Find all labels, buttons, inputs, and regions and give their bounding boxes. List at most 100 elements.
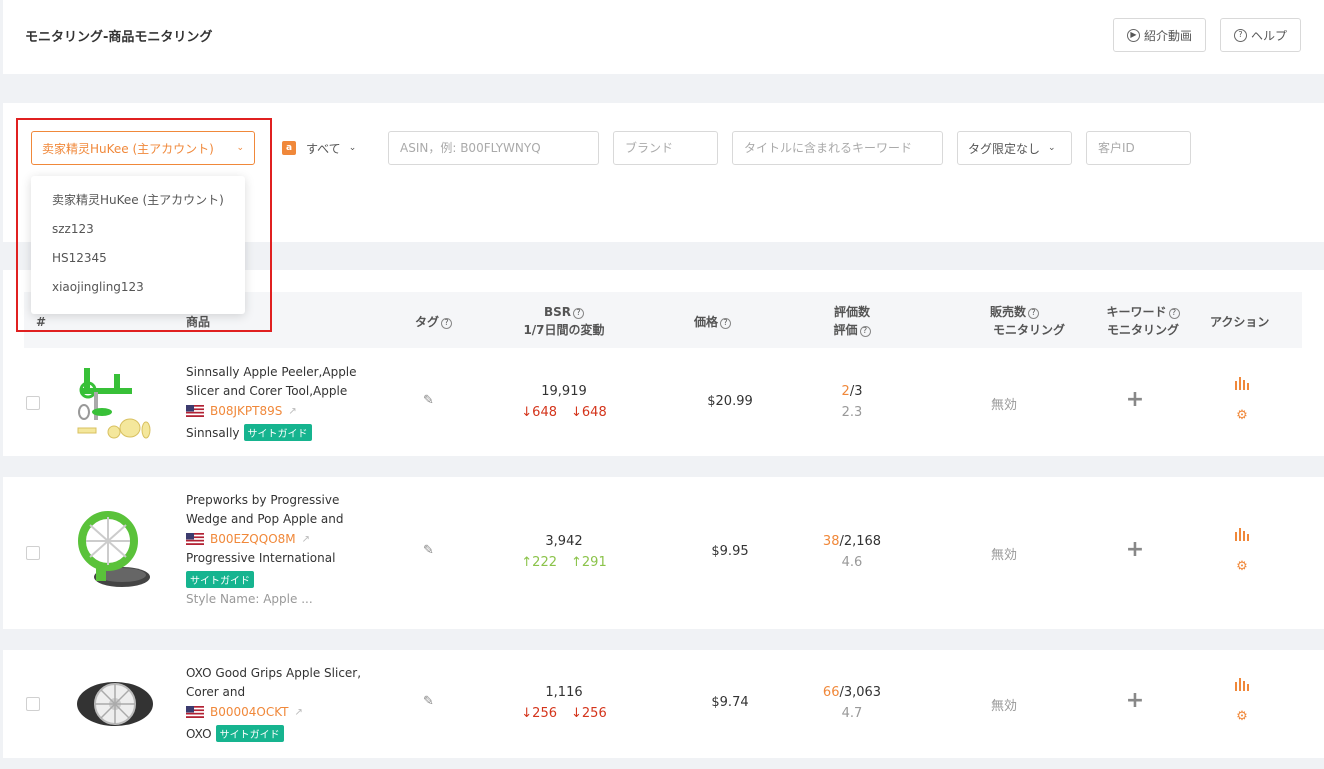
- col-price: 価格?: [694, 313, 732, 331]
- account-option[interactable]: xiaojingling123: [31, 275, 245, 304]
- help-button[interactable]: ? ヘルプ: [1220, 18, 1301, 52]
- site-guide-badge[interactable]: サイトガイド: [215, 725, 284, 742]
- bsr-change: ↓256 ↓256: [521, 706, 607, 721]
- col-action: アクション: [1210, 315, 1270, 329]
- brand-name: Progressive International: [186, 551, 336, 565]
- row-checkbox[interactable]: [26, 697, 40, 711]
- account-dropdown: 卖家精灵HuKee (主アカウント) szz123 HS12345 xiaoji…: [31, 176, 245, 314]
- help-label: ヘルプ: [1250, 28, 1287, 43]
- edit-tag-icon[interactable]: ✎: [423, 543, 434, 558]
- amazon-icon: a: [282, 141, 296, 155]
- external-link-icon[interactable]: ↗: [295, 707, 303, 718]
- add-keyword-monitor-icon[interactable]: +: [1124, 537, 1146, 562]
- bsr-value: 3,942: [545, 534, 583, 549]
- bar-chart-icon[interactable]: [1234, 376, 1250, 394]
- help-circle-icon: ?: [859, 325, 871, 337]
- tag-select[interactable]: タグ限定なし ⌄: [957, 131, 1072, 165]
- site-guide-badge[interactable]: サイトガイド: [243, 424, 312, 441]
- col-keyword-monitor: キーワード? モニタリング: [1106, 305, 1180, 337]
- brand-input[interactable]: [613, 131, 718, 165]
- gear-icon[interactable]: ⚙: [1234, 709, 1250, 724]
- asin-link[interactable]: B08JKPT89S: [210, 404, 282, 418]
- brand-line: OXO サイトガイド: [186, 725, 284, 742]
- price-value: $9.95: [711, 544, 749, 559]
- us-flag-icon: [186, 533, 204, 545]
- product-image[interactable]: [74, 360, 156, 442]
- help-circle-icon: ?: [720, 317, 732, 329]
- col-tag: タグ?: [415, 313, 453, 331]
- bsr-value: 19,919: [541, 384, 587, 399]
- intro-video-label: 紹介動画: [1143, 28, 1192, 43]
- edit-tag-icon[interactable]: ✎: [423, 393, 434, 408]
- add-keyword-monitor-icon[interactable]: +: [1124, 688, 1146, 713]
- review-count: 2/3: [841, 384, 863, 399]
- col-index: #: [36, 315, 47, 329]
- bar-chart-icon[interactable]: [1234, 677, 1250, 695]
- help-circle-icon: ?: [1028, 307, 1040, 319]
- gear-icon[interactable]: ⚙: [1234, 408, 1250, 423]
- chevron-down-icon: ⌄: [236, 143, 244, 153]
- col-bsr: BSR? 1/7日間の変動: [523, 305, 605, 337]
- brand-name: OXO: [186, 726, 212, 741]
- add-keyword-monitor-icon[interactable]: +: [1124, 387, 1146, 412]
- help-circle-icon: ?: [441, 317, 453, 329]
- bsr-change: ↑222 ↑291: [521, 555, 607, 570]
- us-flag-icon: [186, 405, 204, 417]
- site-guide-badge[interactable]: サイトガイド: [186, 571, 254, 588]
- brand-badge-line: サイトガイド: [186, 571, 254, 588]
- style-name: Style Name: Apple ...: [186, 592, 313, 606]
- sales-monitor-status: 無効: [990, 398, 1017, 413]
- asin-link[interactable]: B00EZQQO8M: [210, 532, 296, 546]
- chevron-down-icon: ⌄: [1048, 143, 1056, 153]
- row-checkbox[interactable]: [26, 546, 40, 560]
- rating-value: 2.3: [841, 405, 863, 420]
- brand-name: Sinnsally: [186, 425, 240, 440]
- help-circle-icon: ?: [573, 307, 585, 319]
- review-count: 66/3,063: [822, 685, 882, 700]
- account-option[interactable]: szz123: [31, 217, 245, 246]
- brand-line: Sinnsally サイトガイド: [186, 424, 312, 441]
- bar-chart-icon[interactable]: [1234, 527, 1250, 545]
- col-reviews: 評価数 評価?: [833, 305, 871, 337]
- marketplace-value: すべて: [306, 141, 341, 156]
- product-title[interactable]: OXO Good Grips Apple Slicer, Corer and: [186, 664, 376, 702]
- play-icon: ▶: [1126, 28, 1140, 42]
- price-value: $9.74: [711, 695, 749, 710]
- tag-select-value: タグ限定なし: [968, 141, 1041, 156]
- question-icon: ?: [1233, 28, 1247, 42]
- edit-tag-icon[interactable]: ✎: [423, 694, 434, 709]
- external-link-icon[interactable]: ↗: [302, 534, 310, 545]
- sales-monitor-status: 無効: [990, 699, 1017, 714]
- account-option[interactable]: 卖家精灵HuKee (主アカウント): [31, 188, 245, 217]
- gear-icon[interactable]: ⚙: [1234, 559, 1250, 574]
- asin-input[interactable]: [388, 131, 599, 165]
- col-sales-monitor: 販売数? モニタリング: [990, 305, 1065, 337]
- bsr-change: ↓648 ↓648: [521, 405, 607, 420]
- account-select[interactable]: 卖家精灵HuKee (主アカウント) ⌄: [31, 131, 255, 165]
- product-title[interactable]: Sinnsally Apple Peeler,Apple Slicer and …: [186, 363, 376, 401]
- page-title: モニタリング-商品モニタリング: [25, 30, 213, 45]
- asin-link[interactable]: B00004OCKT: [210, 705, 289, 719]
- chevron-down-icon: ⌄: [348, 143, 357, 153]
- bsr-value: 1,116: [545, 685, 583, 700]
- price-value: $20.99: [707, 394, 753, 409]
- asin-line: B00EZQQO8M ↗: [186, 532, 310, 546]
- rating-value: 4.6: [841, 555, 863, 570]
- product-title[interactable]: Prepworks by Progressive Wedge and Pop A…: [186, 491, 376, 529]
- page-header: モニタリング-商品モニタリング ▶ 紹介動画 ? ヘルプ: [3, 0, 1324, 74]
- sales-monitor-status: 無効: [990, 548, 1017, 563]
- row-checkbox[interactable]: [26, 396, 40, 410]
- external-link-icon[interactable]: ↗: [288, 406, 296, 417]
- product-image[interactable]: [74, 511, 156, 593]
- asin-line: B00004OCKT ↗: [186, 705, 303, 719]
- rating-value: 4.7: [841, 706, 863, 721]
- help-circle-icon: ?: [1168, 307, 1180, 319]
- customer-id-input[interactable]: [1086, 131, 1191, 165]
- asin-line: B08JKPT89S ↗: [186, 404, 297, 418]
- title-keyword-input[interactable]: [732, 131, 943, 165]
- intro-video-button[interactable]: ▶ 紹介動画: [1113, 18, 1206, 52]
- marketplace-select[interactable]: a すべて ⌄: [271, 131, 375, 165]
- review-count: 38/2,168: [822, 534, 882, 549]
- account-option[interactable]: HS12345: [31, 246, 245, 275]
- product-image[interactable]: [74, 662, 156, 744]
